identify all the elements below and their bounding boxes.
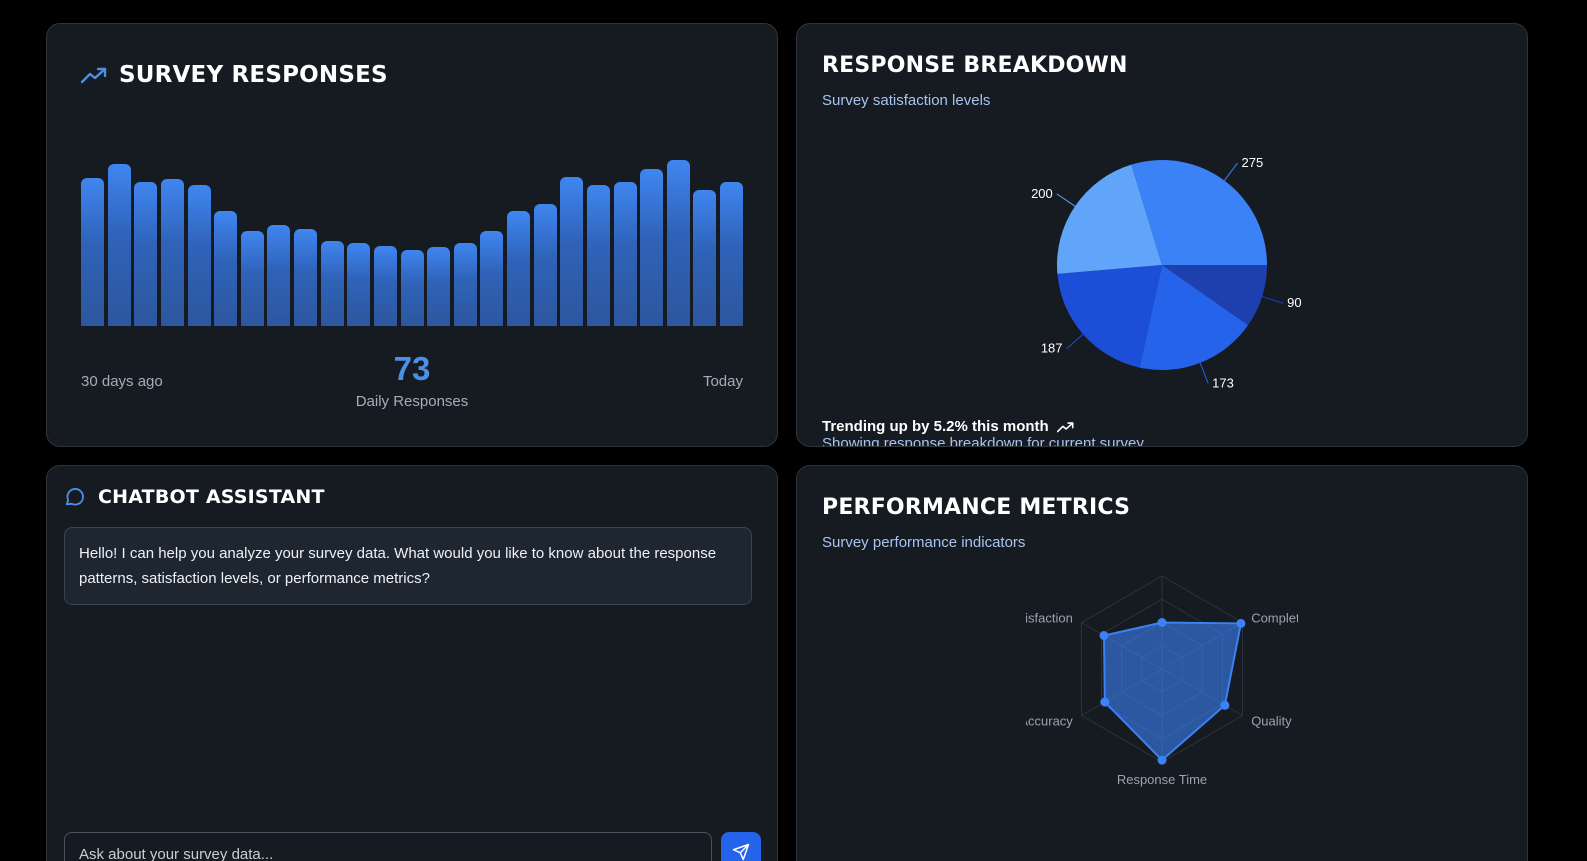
survey-bar: [214, 210, 238, 326]
daily-responses-value: 73: [393, 350, 431, 387]
survey-bar: [666, 160, 690, 326]
survey-bar: [267, 224, 291, 326]
survey-header: SURVEY RESPONSES: [81, 62, 388, 88]
pie-value-label: 200: [1031, 186, 1053, 201]
trend-summary: Trending up by 5.2% this month: [822, 418, 1074, 435]
performance-radar-chart: EngagementCompletionQualityResponse Time…: [1026, 576, 1298, 787]
pie-label-line: [1056, 193, 1076, 207]
radar-point[interactable]: [1157, 618, 1167, 627]
trend-text: Trending up by 5.2% this month: [822, 418, 1049, 435]
trending-up-icon: [1056, 421, 1074, 432]
survey-bar: [347, 243, 371, 326]
pie-label-line: [1199, 362, 1209, 384]
performance-metrics-card: PERFORMANCE METRICS Survey performance i…: [796, 465, 1528, 861]
radar-axis-label: Quality: [1251, 714, 1292, 729]
survey-bar: [507, 210, 530, 326]
chatbot-assistant-card: CHATBOT ASSISTANT Hello! I can help you …: [46, 465, 778, 861]
trending-up-icon: [81, 67, 107, 84]
response-breakdown-card: RESPONSE BREAKDOWN Survey satisfaction l…: [796, 23, 1528, 447]
radar-point[interactable]: [1100, 697, 1110, 707]
survey-bar: [187, 185, 211, 326]
survey-bar: [107, 164, 131, 326]
radar-axis-label: Response Time: [1117, 772, 1207, 787]
survey-responses-card: SURVEY RESPONSES 30 days ago Today 73 Da…: [46, 23, 778, 447]
pie-label-line: [1224, 162, 1238, 181]
survey-bar: [586, 185, 610, 326]
survey-bar-chart: [81, 154, 743, 326]
survey-bar: [640, 169, 664, 326]
trend-subtext: Showing response breakdown for current s…: [822, 435, 1144, 447]
survey-bar: [160, 179, 184, 326]
chat-header: CHATBOT ASSISTANT: [64, 486, 325, 508]
survey-bar: [240, 230, 264, 326]
radar-axis-label: Completion: [1251, 611, 1298, 626]
survey-bar: [134, 182, 158, 326]
radar-point[interactable]: [1236, 618, 1246, 628]
radar-point[interactable]: [1099, 631, 1109, 641]
survey-bar: [320, 240, 344, 326]
radar-chart-container: EngagementCompletionQualityResponse Time…: [1026, 576, 1298, 826]
pie-value-label: 275: [1242, 155, 1264, 170]
survey-bar: [613, 182, 637, 326]
survey-bar: [427, 247, 451, 326]
radar-axis-label: Satisfaction: [1026, 611, 1073, 626]
send-button[interactable]: [721, 832, 761, 861]
pie-value-label: 173: [1212, 375, 1234, 390]
metrics-title: PERFORMANCE METRICS: [822, 495, 1131, 520]
survey-bar: [373, 246, 397, 326]
chat-title: CHATBOT ASSISTANT: [98, 486, 325, 508]
message-circle-icon: [65, 488, 84, 506]
survey-bar: [81, 178, 104, 326]
pie-label-line: [1261, 296, 1284, 304]
radar-series-area: [1103, 621, 1243, 762]
pie-value-label: 187: [1041, 341, 1063, 356]
assistant-message: Hello! I can help you analyze your surve…: [64, 527, 752, 605]
response-pie-chart: 275 90 173 187 200: [1031, 155, 1302, 390]
chat-input[interactable]: [64, 832, 712, 861]
survey-bar: [560, 177, 584, 326]
survey-bar: [693, 190, 717, 326]
survey-bar: [533, 203, 557, 326]
survey-bar: [294, 228, 317, 326]
send-icon: [732, 843, 750, 861]
survey-bar: [400, 250, 424, 326]
survey-bar: [453, 243, 477, 326]
radar-point[interactable]: [1157, 755, 1167, 765]
metrics-subtitle: Survey performance indicators: [822, 534, 1026, 551]
radar-point[interactable]: [1220, 700, 1230, 710]
pie-label-line: [1066, 333, 1084, 350]
daily-responses-label: Daily Responses: [355, 393, 469, 410]
survey-bar: [480, 230, 504, 326]
survey-bar: [720, 182, 743, 326]
survey-title: SURVEY RESPONSES: [119, 62, 388, 88]
pie-value-label: 90: [1287, 295, 1301, 310]
radar-axis-label: Accuracy: [1026, 714, 1073, 729]
